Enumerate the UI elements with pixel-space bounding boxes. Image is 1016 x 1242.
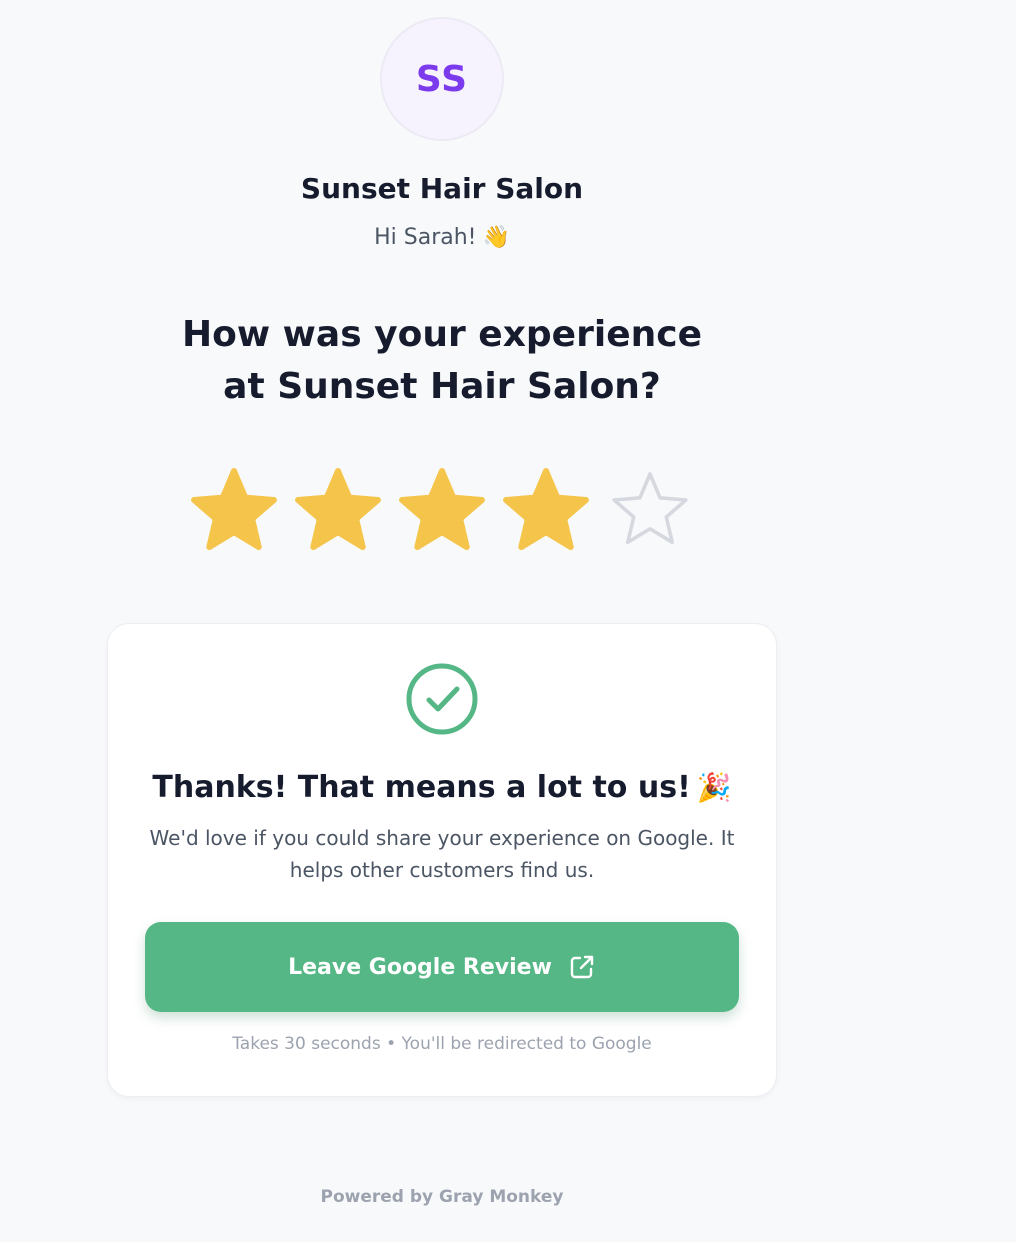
business-name: Sunset Hair Salon — [300, 172, 584, 205]
rating-question: How was your experience at Sunset Hair S… — [182, 314, 702, 407]
leave-google-review-button[interactable]: Leave Google Review — [145, 922, 739, 1012]
star-filled-icon[interactable] — [293, 465, 383, 555]
business-initials: SS — [415, 58, 469, 100]
star-filled-icon[interactable] — [189, 465, 279, 555]
leave-google-review-label: Leave Google Review — [288, 954, 552, 980]
thanks-card: Thanks! That means a lot to us! 🎉 We'd l… — [107, 623, 777, 1097]
review-page: SS Sunset Hair Salon Hi Sarah! 👋 How was… — [107, 0, 777, 1209]
thanks-title-text: Thanks! That means a lot to us! — [152, 770, 691, 805]
business-avatar: SS — [380, 17, 504, 141]
star-rating[interactable] — [189, 465, 695, 555]
wave-emoji-icon: 👋 — [482, 225, 510, 250]
powered-by[interactable]: Powered by Gray Monkey — [321, 1185, 564, 1209]
star-filled-icon[interactable] — [397, 465, 487, 555]
greeting-text: Hi Sarah! — [374, 225, 477, 250]
star-empty-icon[interactable] — [605, 465, 695, 555]
external-link-icon — [570, 955, 594, 979]
greeting: Hi Sarah! 👋 — [374, 223, 510, 253]
redirect-footnote: Takes 30 seconds • You'll be redirected … — [232, 1034, 652, 1054]
share-message: We'd love if you could share your experi… — [149, 826, 735, 882]
thanks-title: Thanks! That means a lot to us! 🎉 — [152, 768, 731, 808]
party-popper-icon: 🎉 — [696, 771, 732, 804]
check-circle-icon — [406, 663, 478, 735]
star-filled-icon[interactable] — [501, 465, 591, 555]
